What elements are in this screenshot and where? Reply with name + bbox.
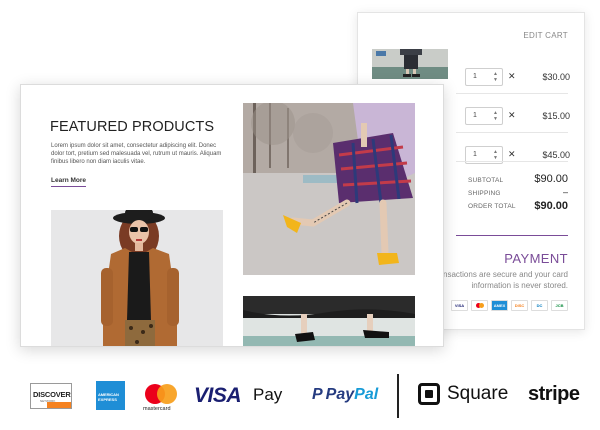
product-photo-skirt[interactable] xyxy=(243,103,415,275)
remove-item-icon[interactable]: ✕ xyxy=(508,149,516,160)
cart-item-row: 1 ▲ ▼ ✕ $30.00 xyxy=(358,49,584,89)
section-description: Lorem ipsum dolor sit amet, consectetur … xyxy=(51,143,222,165)
divider xyxy=(456,161,568,162)
diners-icon: DC xyxy=(531,300,548,311)
product-photo-jacket[interactable] xyxy=(51,210,223,346)
stripe-logo-icon: stripe xyxy=(528,383,580,405)
quantity-value: 1 xyxy=(473,73,477,80)
section-title: FEATURED PRODUCTS xyxy=(50,119,215,135)
quantity-value: 1 xyxy=(473,151,477,158)
edit-cart-link[interactable]: EDIT CART xyxy=(523,31,568,40)
stepper-arrows-icon[interactable]: ▲ ▼ xyxy=(493,71,498,83)
order-total-value: $90.00 xyxy=(534,200,568,212)
visa-logo-icon: VISA xyxy=(194,384,242,407)
featured-products-panel: FEATURED PRODUCTS Lorem ipsum dolor sit … xyxy=(20,84,444,347)
jcb-icon: JCB xyxy=(551,300,568,311)
square-logo-icon: Square xyxy=(418,383,508,405)
discover-logo-icon: DISCOVER NETWORK xyxy=(30,383,72,409)
mastercard-icon xyxy=(471,300,488,311)
learn-more-link[interactable]: Learn More xyxy=(51,177,87,187)
visa-icon: VISA xyxy=(451,300,468,311)
stepper-arrows-icon[interactable]: ▲ ▼ xyxy=(493,149,498,161)
shipping-label: SHIPPING xyxy=(468,190,501,197)
shipping-value: – xyxy=(562,187,568,197)
quantity-stepper[interactable]: 1 ▲ ▼ xyxy=(465,107,503,125)
apple-pay-logo-icon: Pay xyxy=(253,385,283,404)
accepted-cards: VISA AMEX DISC DC JCB xyxy=(451,300,568,311)
product-photo-shoes[interactable] xyxy=(243,296,415,346)
line-price: $30.00 xyxy=(542,72,570,82)
logo-separator xyxy=(397,374,399,418)
mastercard-logo-icon: mastercard xyxy=(143,382,181,414)
payment-logos-bar: DISCOVER NETWORK AMERICAN EXPRESS master… xyxy=(0,370,600,425)
quantity-value: 1 xyxy=(473,112,477,119)
quantity-stepper[interactable]: 1 ▲ ▼ xyxy=(465,68,503,86)
payment-heading: PAYMENT xyxy=(504,251,568,266)
order-total-label: ORDER TOTAL xyxy=(468,203,516,210)
product-thumbnail xyxy=(372,49,448,79)
remove-item-icon[interactable]: ✕ xyxy=(508,71,516,82)
line-price: $45.00 xyxy=(542,150,570,160)
paypal-logo-icon: P PayPal xyxy=(312,386,379,403)
amex-icon: AMEX xyxy=(491,300,508,311)
discover-icon: DISC xyxy=(511,300,528,311)
divider-accent xyxy=(456,235,568,236)
subtotal-label: SUBTOTAL xyxy=(468,177,504,184)
line-price: $15.00 xyxy=(542,111,570,121)
amex-logo-icon: AMERICAN EXPRESS xyxy=(96,381,125,410)
remove-item-icon[interactable]: ✕ xyxy=(508,110,516,121)
stepper-arrows-icon[interactable]: ▲ ▼ xyxy=(493,110,498,122)
subtotal-value: $90.00 xyxy=(534,173,568,185)
